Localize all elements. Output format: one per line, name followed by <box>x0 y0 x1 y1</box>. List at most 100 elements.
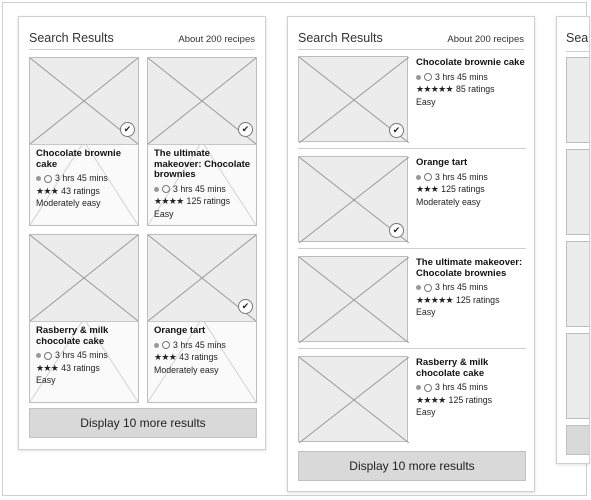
list-item[interactable]: ✔ Chocolate brownie cake 3 hrs 45 mins ★… <box>298 56 526 149</box>
recipe-time: 3 hrs 45 mins <box>416 71 526 84</box>
recipe-thumbnail[interactable]: ✔ <box>148 58 256 145</box>
recipe-card[interactable]: ✔ The ultimate makeover: Chocolate brown… <box>147 57 257 226</box>
save-recipe-icon[interactable]: ✔ <box>389 223 404 238</box>
grid-results-panel: Search Results About 200 recipes ✔ Choco… <box>18 16 266 450</box>
recipe-thumbnail[interactable] <box>566 241 589 327</box>
results-header: Search Results About 200 recipes <box>298 29 524 50</box>
star-rating-icon: ★★★ <box>36 185 59 196</box>
recipe-time: 3 hrs 45 mins <box>416 281 526 294</box>
recipe-thumbnail[interactable] <box>298 256 409 343</box>
clock-icon <box>44 351 52 360</box>
image-placeholder-icon <box>30 235 138 321</box>
recipe-thumbnail[interactable]: ✔ <box>298 156 409 243</box>
recipe-thumbnail[interactable] <box>566 57 589 143</box>
recipe-info: Orange tart 3 hrs 45 mins ★★★ 43 ratings … <box>154 325 252 376</box>
recipe-info: The ultimate makeover: Chocolate brownie… <box>416 257 526 319</box>
bullet-icon <box>154 342 159 348</box>
wireframe-canvas: Search Results About 200 recipes ✔ Choco… <box>2 2 590 496</box>
recipe-time: 3 hrs 45 mins <box>36 172 134 185</box>
bullet-icon <box>154 186 159 192</box>
bullet-icon <box>416 285 421 291</box>
ratings-count: 43 ratings <box>179 352 218 362</box>
ratings-count: 125 ratings <box>441 184 485 194</box>
recipe-info: The ultimate makeover: Chocolate brownie… <box>154 148 252 220</box>
recipe-title[interactable]: Orange tart <box>416 157 526 169</box>
time-value: 3 hrs 45 mins <box>435 282 488 292</box>
list-results-panel: Search Results About 200 recipes ✔ Choco… <box>287 16 535 492</box>
recipe-card[interactable]: ✔ Orange tart 3 hrs 45 mins ★★★ 43 rating… <box>147 234 257 403</box>
recipe-title[interactable]: Chocolate brownie cake <box>36 148 134 170</box>
recipe-difficulty: Easy <box>416 407 436 417</box>
recipe-time: 3 hrs 45 mins <box>154 183 252 196</box>
time-value: 3 hrs 45 mins <box>435 71 488 82</box>
display-more-button[interactable] <box>566 425 589 455</box>
results-count: About 200 recipes <box>447 34 524 45</box>
save-recipe-icon[interactable]: ✔ <box>120 122 135 137</box>
recipe-time: 3 hrs 45 mins <box>416 381 526 394</box>
clock-icon <box>424 383 432 392</box>
results-header: Search Results About 200 recipes <box>29 29 255 50</box>
recipe-time: 3 hrs 45 mins <box>154 339 252 352</box>
ratings-count: 85 ratings <box>455 84 495 94</box>
recipe-thumbnail[interactable] <box>30 235 138 322</box>
recipe-rating: ★★★ 125 ratings <box>416 183 526 196</box>
recipe-thumbnail[interactable]: ✔ <box>30 58 138 145</box>
star-rating-icon: ★★★★★ <box>416 294 453 305</box>
recipe-thumbnail[interactable]: ✔ <box>298 56 409 143</box>
recipe-time: 3 hrs 45 mins <box>416 171 526 184</box>
list-item[interactable]: Rasberry & milk chocolate cake 3 hrs 45 … <box>298 356 526 443</box>
save-recipe-icon[interactable]: ✔ <box>389 123 404 138</box>
recipe-info: Orange tart 3 hrs 45 mins ★★★ 125 ratings… <box>416 157 526 208</box>
time-value: 3 hrs 45 mins <box>55 350 108 360</box>
recipe-rating: ★★★★ 125 ratings <box>154 195 252 208</box>
recipe-card[interactable]: ✔ Chocolate brownie cake 3 hrs 45 mins ★… <box>29 57 139 226</box>
save-recipe-icon[interactable]: ✔ <box>238 122 253 137</box>
recipe-title[interactable]: Rasberry & milk chocolate cake <box>36 325 134 347</box>
recipe-info: Chocolate brownie cake 3 hrs 45 mins ★★★… <box>416 57 526 108</box>
partial-results-panel: Sear <box>556 16 590 464</box>
recipe-title[interactable]: The ultimate makeover: Chocolate brownie… <box>154 148 252 181</box>
time-value: 3 hrs 45 mins <box>173 339 226 350</box>
recipe-difficulty: Easy <box>416 96 436 107</box>
results-title: Search Results <box>298 31 383 45</box>
recipe-thumbnail[interactable] <box>298 356 409 443</box>
ratings-count: 43 ratings <box>61 185 100 196</box>
recipe-rating: ★★★★★ 85 ratings <box>416 83 526 96</box>
recipe-title[interactable]: Orange tart <box>154 325 252 337</box>
bullet-icon <box>416 74 421 80</box>
recipe-title[interactable]: The ultimate makeover: Chocolate brownie… <box>416 257 526 279</box>
ratings-count: 43 ratings <box>61 362 100 373</box>
ratings-count: 125 ratings <box>186 196 231 206</box>
clock-icon <box>424 283 432 292</box>
ratings-count: 125 ratings <box>455 294 500 305</box>
recipe-thumbnail[interactable]: ✔ <box>148 235 256 322</box>
recipe-title[interactable]: Chocolate brownie cake <box>416 57 526 69</box>
star-rating-icon: ★★★ <box>416 184 439 194</box>
recipe-title[interactable]: Rasberry & milk chocolate cake <box>416 357 526 379</box>
recipe-difficulty: Easy <box>416 307 436 317</box>
list-item[interactable]: The ultimate makeover: Chocolate brownie… <box>298 256 526 349</box>
clock-icon <box>44 174 52 183</box>
recipe-info: Rasberry & milk chocolate cake 3 hrs 45 … <box>416 357 526 419</box>
recipe-thumbnail[interactable] <box>566 333 589 419</box>
results-title: Search Results <box>29 31 114 45</box>
display-more-button[interactable]: Display 10 more results <box>29 408 257 438</box>
star-rating-icon: ★★★★ <box>416 394 446 405</box>
results-title: Sear <box>566 31 590 45</box>
list-item[interactable]: ✔ Orange tart 3 hrs 45 mins ★★★ 125 ratin… <box>298 156 526 249</box>
recipe-rating: ★★★ 43 ratings <box>154 351 252 364</box>
recipe-grid: ✔ Chocolate brownie cake 3 hrs 45 mins ★… <box>29 57 257 403</box>
clock-icon <box>162 341 170 350</box>
recipe-rating: ★★★★★ 125 ratings <box>416 294 526 307</box>
time-value: 3 hrs 45 mins <box>435 171 488 182</box>
image-placeholder-icon <box>299 357 409 443</box>
time-value: 3 hrs 45 mins <box>173 183 226 194</box>
star-rating-icon: ★★★★★ <box>416 84 453 94</box>
recipe-thumbnail[interactable] <box>566 149 589 235</box>
header-divider <box>566 51 589 52</box>
time-value: 3 hrs 45 mins <box>435 382 488 392</box>
recipe-card[interactable]: Rasberry & milk chocolate cake 3 hrs 45 … <box>29 234 139 403</box>
save-recipe-icon[interactable]: ✔ <box>238 299 253 314</box>
bullet-icon <box>36 353 41 359</box>
display-more-button[interactable]: Display 10 more results <box>298 451 526 481</box>
